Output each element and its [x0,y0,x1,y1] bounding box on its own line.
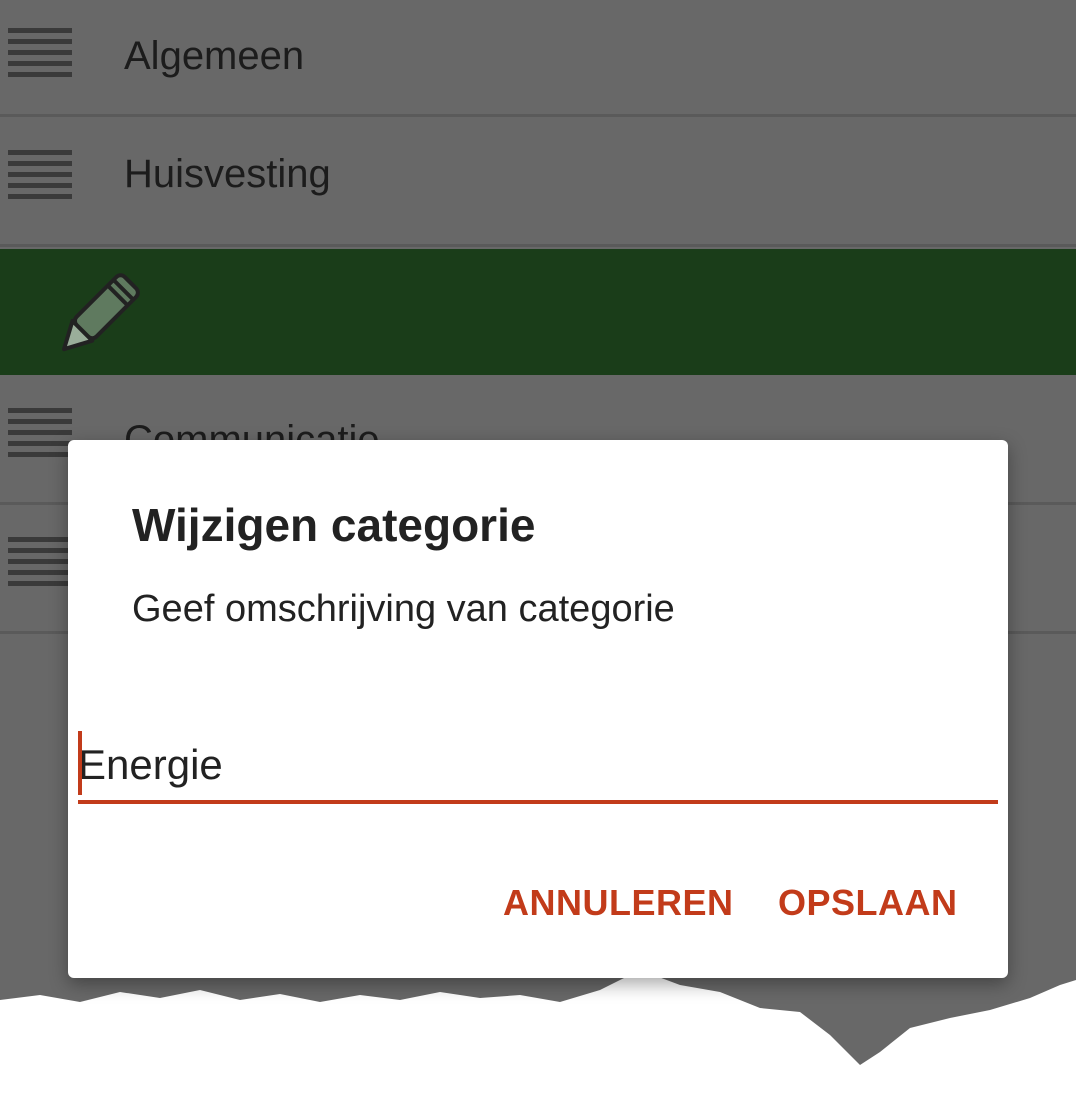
list-item[interactable]: Huisvesting [0,120,1076,247]
drag-handle-icon[interactable] [8,150,72,202]
list-item-label: Huisvesting [124,152,331,196]
drag-handle-icon[interactable] [8,408,72,460]
edit-category-dialog: Wijzigen categorie Geef omschrijving van… [68,440,1008,978]
list-item-label: Algemeen [124,34,305,78]
pencil-icon[interactable] [45,255,165,367]
save-button[interactable]: OPSLAAN [778,882,958,924]
text-cursor [78,731,82,795]
list-item[interactable]: Algemeen [0,0,1076,117]
edit-row[interactable] [0,249,1076,375]
dialog-message: Geef omschrijving van categorie [132,588,675,630]
drag-handle-icon[interactable] [8,537,72,589]
dialog-title: Wijzigen categorie [132,499,536,551]
cancel-button[interactable]: ANNULEREN [503,882,734,924]
category-description-input[interactable] [78,730,998,804]
drag-handle-icon[interactable] [8,28,72,80]
